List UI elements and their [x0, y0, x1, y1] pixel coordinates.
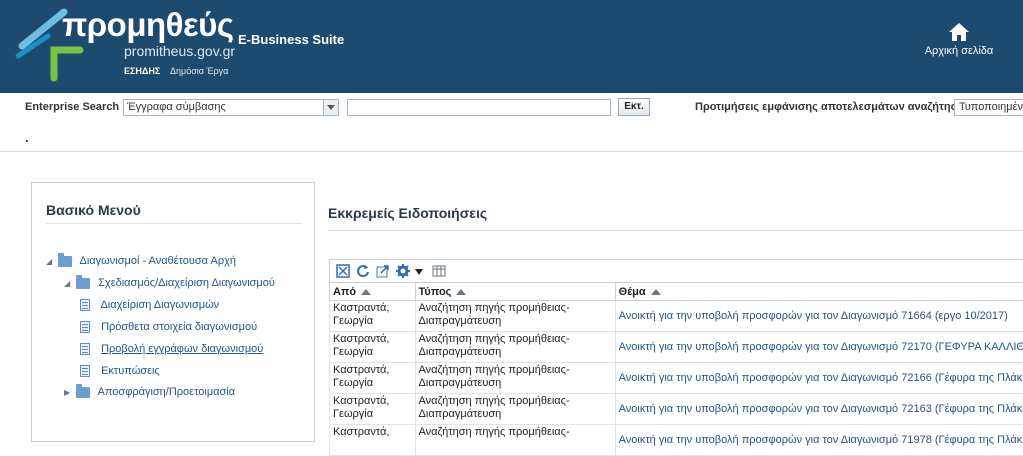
column-header-subject[interactable]: Θέμα — [615, 283, 1023, 301]
divider — [0, 151, 1023, 152]
logo-org-sub: Δημόσια Έργα — [170, 66, 228, 76]
sort-icon[interactable] — [456, 289, 466, 295]
folder-icon — [76, 387, 90, 398]
cell-subject-link[interactable]: Ανοικτή για την υποβολή προσφορών για το… — [615, 394, 1023, 425]
expanded-arrow-icon[interactable]: ◢ — [64, 279, 73, 288]
table-row: Καστραντά,Γεωργία Αναζήτηση πηγής προμήθ… — [330, 332, 1023, 363]
search-pref-label: Προτιμήσεις εμφάνισης αποτελεσμάτων αναζ… — [695, 101, 971, 113]
page-marker: . — [25, 130, 29, 145]
logo-org: ΕΣΗΔΗΣ — [124, 66, 160, 76]
cell-type: Αναζήτηση πηγής προμήθειας-Διαπραγμάτευσ… — [415, 301, 615, 332]
column-header-from[interactable]: Από — [330, 283, 416, 301]
gear-icon[interactable] — [396, 264, 410, 278]
menu-item-label: Προβολή εγγράφων διαγωνισμού — [101, 343, 263, 355]
table-row: Καστραντά,Γεωργία Αναζήτηση πηγής προμήθ… — [330, 394, 1023, 425]
notifications-title: Εκκρεμείς Ειδοποιήσεις — [328, 205, 487, 221]
main-menu-panel: Βασικό Μενού ◢ Διαγωνισμοί - Αναθέτουσα … — [31, 182, 315, 442]
menu-item-label: Διαγωνισμοί - Αναθέτουσα Αρχή — [80, 255, 236, 267]
app-header: προμηθεύς promitheus.gov.gr ΕΣΗΔΗΣ Δημόσ… — [0, 0, 1023, 93]
cell-subject-link[interactable]: Ανοικτή για την υποβολή προσφορών για το… — [615, 363, 1023, 394]
home-link[interactable]: Αρχική σελίδα — [920, 22, 998, 57]
menu-item-extra-tender-info[interactable]: Πρόσθετα στοιχεία διαγωνισμού — [80, 321, 257, 337]
cell-from: Καστραντά,Γεωργία — [330, 394, 416, 425]
sort-icon[interactable] — [361, 289, 371, 295]
cell-subject-link[interactable]: Ανοικτή για την υποβολή προσφορών για το… — [615, 332, 1023, 363]
menu-title: Βασικό Μενού — [46, 202, 141, 218]
chevron-down-icon[interactable] — [414, 264, 424, 278]
menu-item-label: Αποσφράγιση/Προετοιμασία — [98, 386, 236, 398]
menu-item-label: Πρόσθετα στοιχεία διαγωνισμού — [101, 321, 257, 333]
table-row: Καστραντά,Γεωργία Αναζήτηση πηγής προμήθ… — [330, 301, 1023, 332]
chevron-down-icon[interactable] — [323, 100, 338, 115]
search-label: Enterprise Search — [25, 101, 119, 113]
page-icon — [80, 299, 90, 311]
menu-item-manage-tenders[interactable]: Διαχείριση Διαγωνισμών — [80, 299, 219, 315]
menu-item-tender-planning[interactable]: ◢ Σχεδιασμός/Διαχείριση Διαγωνισμού — [64, 277, 275, 293]
column-header-type[interactable]: Τύπος — [415, 283, 615, 301]
notifications-table: Από Τύπος Θέμα Καστραντά,Γεωργία Αναζήτη… — [329, 282, 1023, 456]
cell-type: Αναζήτηση πηγής προμήθειας-Διαπραγμάτευσ… — [415, 394, 615, 425]
menu-item-view-tender-documents[interactable]: Προβολή εγγράφων διαγωνισμού — [80, 343, 263, 359]
table-header-row: Από Τύπος Θέμα — [330, 283, 1023, 301]
search-bar: Enterprise Search Έγγραφα σύμβασης Εκτ. … — [0, 93, 1023, 123]
home-icon — [948, 22, 970, 42]
folder-icon — [58, 256, 72, 267]
page-icon — [80, 321, 90, 333]
collapsed-arrow-icon[interactable]: ▶ — [64, 388, 73, 397]
detach-icon[interactable] — [336, 264, 350, 278]
cell-from: Καστραντά,Γεωργία — [330, 363, 416, 394]
menu-item-label: Σχεδιασμός/Διαχείριση Διαγωνισμού — [98, 277, 275, 289]
cell-type: Αναζήτηση πηγής προμήθειας-Διαπραγμάτευσ… — [415, 363, 615, 394]
menu-item-printouts[interactable]: Εκτυπώσεις — [80, 365, 160, 381]
expanded-arrow-icon[interactable]: ◢ — [46, 257, 55, 266]
suite-title: E-Business Suite — [238, 32, 344, 47]
search-go-button[interactable]: Εκτ. — [618, 98, 650, 116]
cell-type: Αναζήτηση πηγής προμήθειας-Διαπραγμάτευσ… — [415, 332, 615, 363]
refresh-icon[interactable] — [356, 264, 370, 278]
menu-item-unsealing[interactable]: ▶ Αποσφράγιση/Προετοιμασία — [64, 386, 235, 402]
page-icon — [80, 365, 90, 377]
search-pref-select[interactable]: Τυποποιημέν — [954, 99, 1023, 116]
cell-from: Καστραντά,Γεωργία — [330, 332, 416, 363]
search-category-select[interactable]: Έγγραφα σύμβασης — [123, 99, 339, 116]
columns-icon[interactable] — [432, 264, 446, 278]
table-row: Καστραντά,Γεωργία Αναζήτηση πηγής προμήθ… — [330, 363, 1023, 394]
logo-domain: promitheus.gov.gr — [124, 43, 235, 59]
cell-from: Καστραντά,Γεωργία — [330, 301, 416, 332]
folder-icon — [76, 278, 90, 289]
menu-item-label: Εκτυπώσεις — [101, 365, 160, 377]
export-icon[interactable] — [376, 264, 390, 278]
menu-item-tenders-authority[interactable]: ◢ Διαγωνισμοί - Αναθέτουσα Αρχή — [46, 255, 236, 271]
sort-icon[interactable] — [651, 289, 661, 295]
cell-subject-link[interactable]: Ανοικτή για την υποβολή προσφορών για το… — [615, 425, 1023, 456]
home-label: Αρχική σελίδα — [925, 45, 994, 57]
search-category-value: Έγγραφα σύμβασης — [127, 101, 226, 113]
divider — [46, 223, 302, 224]
cell-from: Καστραντά, — [330, 425, 416, 456]
divider — [328, 230, 1023, 231]
page-icon — [80, 343, 90, 355]
table-row: Καστραντά, Αναζήτηση πηγής προμήθειας- Α… — [330, 425, 1023, 456]
cell-type: Αναζήτηση πηγής προμήθειας- — [415, 425, 615, 456]
menu-item-label: Διαχείριση Διαγωνισμών — [100, 299, 219, 311]
logo-title: προμηθεύς — [62, 6, 234, 44]
cell-subject-link[interactable]: Ανοικτή για την υποβολή προσφορών για το… — [615, 301, 1023, 332]
search-input[interactable] — [347, 99, 611, 116]
table-toolbar — [329, 259, 1023, 282]
